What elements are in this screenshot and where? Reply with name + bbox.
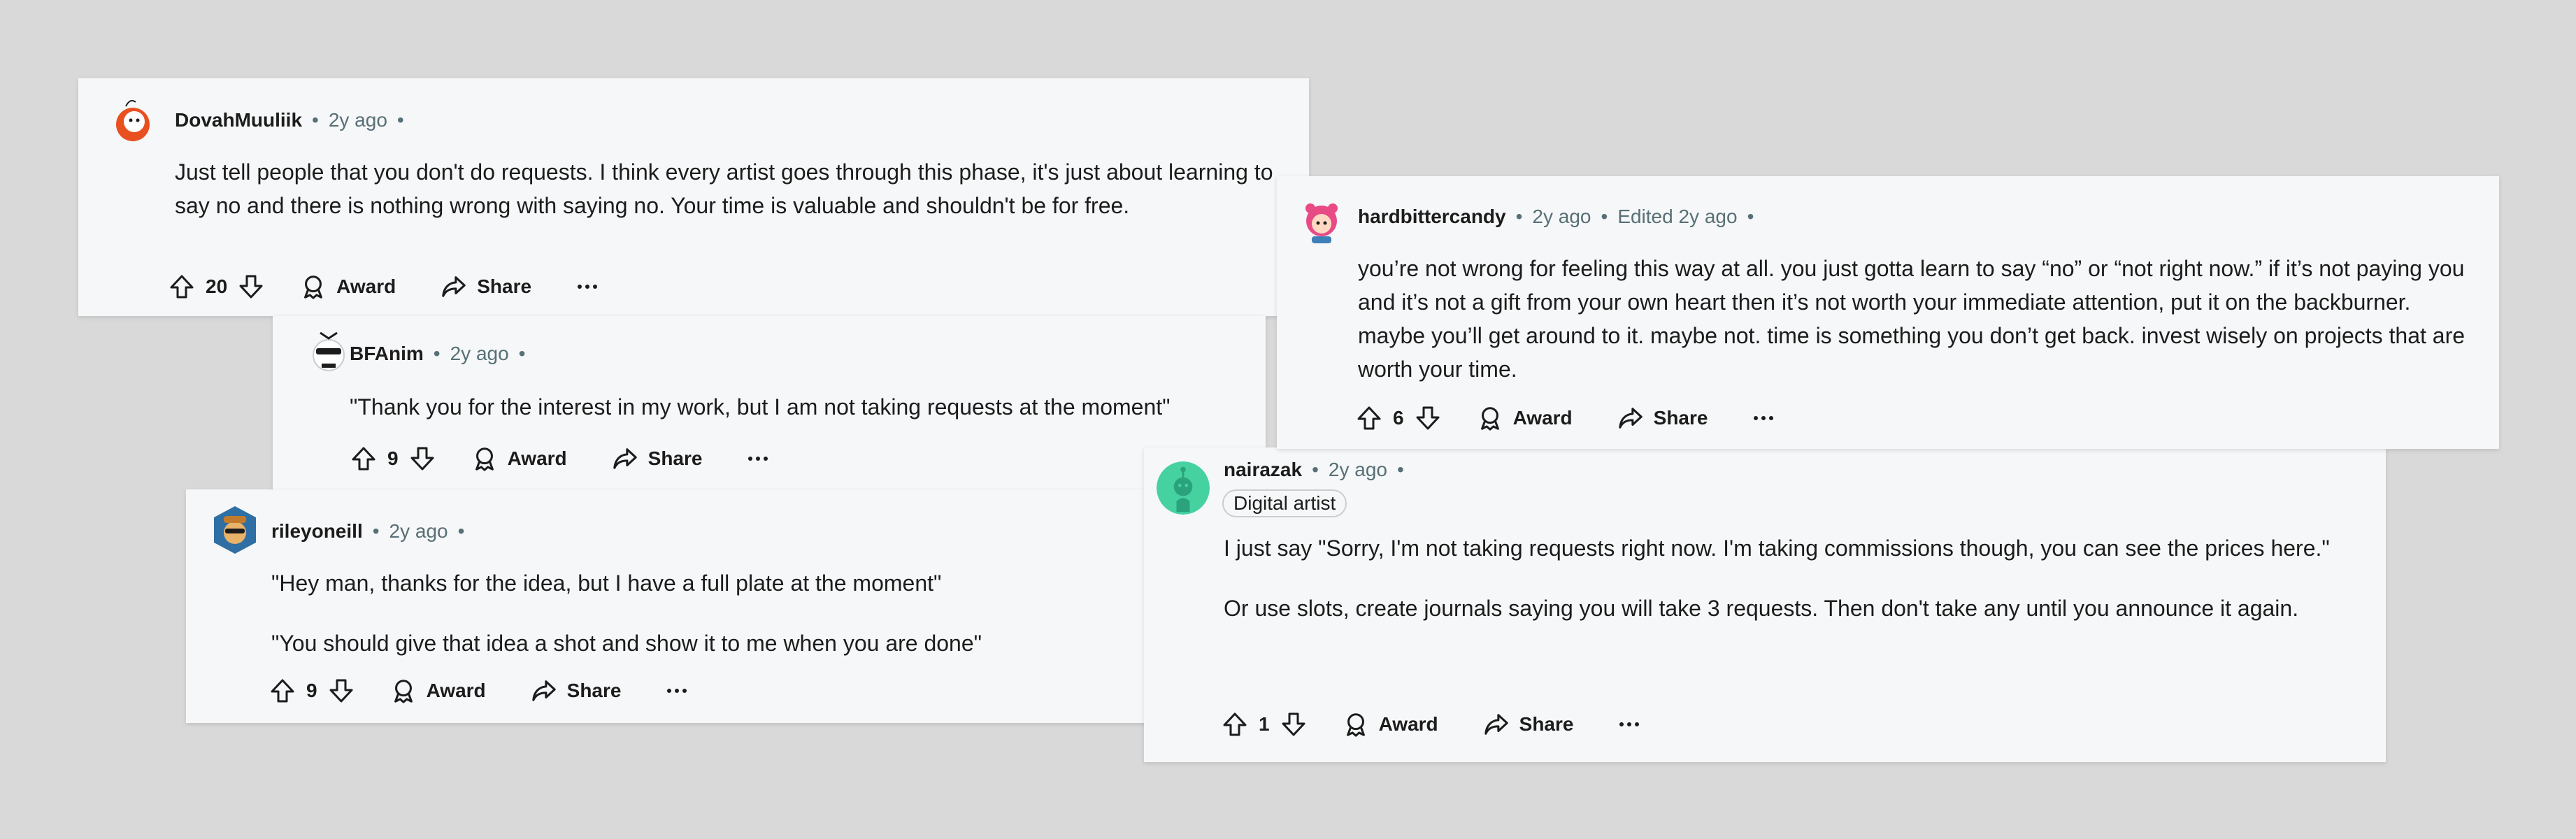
comment-card-rileyoneill: rileyoneill • 2y ago • "Hey man, thanks …	[186, 489, 1207, 723]
vote-control: 1	[1221, 710, 1308, 738]
vote-control: 9	[350, 445, 436, 473]
downvote-icon[interactable]	[237, 273, 265, 301]
comment-text: I just say "Sorry, I'm not taking reques…	[1224, 536, 2330, 561]
share-icon	[441, 273, 467, 300]
downvote-icon[interactable]	[1414, 404, 1442, 432]
comment-text: you’re not wrong for feeling this way at…	[1358, 256, 2466, 382]
avatar-icon	[207, 502, 263, 558]
share-icon	[1617, 405, 1644, 431]
comment-text: "You should give that idea a shot and sh…	[271, 631, 982, 656]
award-button[interactable]: Award	[1343, 711, 1438, 738]
more-icon	[1752, 414, 1775, 422]
username[interactable]: BFAnim	[350, 343, 424, 365]
comment-card-nairazak: nairazak • 2y ago • Digital artist I jus…	[1144, 447, 2386, 762]
username[interactable]: hardbittercandy	[1358, 206, 1506, 228]
username[interactable]: nairazak	[1224, 459, 1302, 481]
avatar-icon	[1157, 461, 1210, 515]
more-icon	[747, 454, 769, 463]
vote-count: 9	[306, 680, 317, 701]
avatar[interactable]	[1294, 190, 1350, 246]
comment-card-dovahmuuliik: DovahMuuliik • 2y ago • Just tell people…	[78, 78, 1309, 316]
award-icon	[300, 273, 327, 300]
comment-header: DovahMuuliik • 2y ago •	[175, 109, 404, 131]
downvote-icon[interactable]	[408, 445, 436, 473]
username[interactable]: DovahMuuliik	[175, 109, 302, 131]
share-button[interactable]: Share	[612, 445, 702, 472]
upvote-icon[interactable]	[1355, 404, 1383, 432]
timestamp[interactable]: 2y ago	[450, 343, 509, 365]
edited-label: Edited 2y ago	[1617, 206, 1738, 227]
award-button[interactable]: Award	[471, 445, 567, 472]
more-options-button[interactable]	[1618, 720, 1640, 729]
comment-actions: 1 Award Share	[1221, 705, 1640, 744]
award-icon	[471, 445, 498, 472]
comment-header: hardbittercandy • 2y ago • Edited 2y ago…	[1358, 206, 1754, 228]
avatar-icon	[1294, 190, 1350, 246]
comment-body: "Hey man, thanks for the idea, but I hav…	[271, 566, 1194, 660]
vote-control: 20	[168, 273, 265, 301]
avatar[interactable]	[301, 320, 357, 376]
upvote-icon[interactable]	[1221, 710, 1249, 738]
share-button[interactable]: Share	[441, 273, 531, 300]
comment-actions: 9 Award Share	[269, 671, 688, 710]
vote-control: 9	[269, 677, 355, 705]
upvote-icon[interactable]	[269, 677, 296, 705]
comment-body: Just tell people that you don't do reque…	[175, 155, 1294, 222]
share-button[interactable]: Share	[1483, 711, 1573, 738]
comment-text: Or use slots, create journals saying you…	[1224, 596, 2299, 621]
comment-text: Just tell people that you don't do reque…	[175, 159, 1273, 218]
more-icon	[666, 687, 688, 695]
more-options-button[interactable]	[576, 282, 599, 291]
share-button[interactable]: Share	[531, 677, 621, 704]
avatar[interactable]	[207, 502, 263, 558]
timestamp[interactable]: 2y ago	[389, 520, 448, 543]
avatar-icon	[106, 91, 162, 147]
vote-count: 6	[1393, 407, 1404, 429]
user-flair: Digital artist	[1222, 489, 1347, 517]
comment-header: rileyoneill • 2y ago •	[271, 520, 465, 543]
comment-actions: 6 Award Share	[1355, 399, 1775, 438]
avatar-icon	[301, 320, 357, 376]
vote-count: 9	[387, 447, 399, 469]
share-icon	[531, 677, 557, 704]
vote-count: 20	[206, 275, 228, 297]
downvote-icon[interactable]	[1280, 710, 1308, 738]
avatar[interactable]	[106, 91, 162, 147]
vote-control: 6	[1355, 404, 1442, 432]
username[interactable]: rileyoneill	[271, 520, 363, 543]
avatar[interactable]	[1157, 461, 1210, 515]
comment-card-bfanim: BFAnim • 2y ago • "Thank you for the int…	[273, 316, 1266, 491]
comment-body: you’re not wrong for feeling this way at…	[1358, 252, 2477, 386]
vote-count: 1	[1259, 713, 1270, 735]
comment-body: "Thank you for the interest in my work, …	[350, 390, 1259, 424]
more-icon	[576, 282, 599, 291]
comment-card-hardbittercandy: hardbittercandy • 2y ago • Edited 2y ago…	[1277, 176, 2499, 449]
upvote-icon[interactable]	[168, 273, 196, 301]
award-button[interactable]: Award	[390, 677, 486, 704]
more-options-button[interactable]	[1752, 414, 1775, 422]
share-button[interactable]: Share	[1617, 405, 1708, 431]
comment-body: I just say "Sorry, I'm not taking reques…	[1224, 531, 2356, 625]
more-options-button[interactable]	[666, 687, 688, 695]
downvote-icon[interactable]	[327, 677, 355, 705]
timestamp[interactable]: 2y ago	[1532, 206, 1591, 228]
timestamp[interactable]: 2y ago	[1329, 459, 1387, 481]
comment-text: "Hey man, thanks for the idea, but I hav…	[271, 571, 942, 596]
comment-actions: 20 Award Share	[168, 267, 599, 306]
award-icon	[390, 677, 417, 704]
comment-header: BFAnim • 2y ago •	[350, 343, 526, 365]
award-icon	[1343, 711, 1369, 738]
comment-actions: 9 Award Share	[350, 439, 769, 478]
award-button[interactable]: Award	[300, 273, 396, 300]
award-icon	[1477, 405, 1503, 431]
award-button[interactable]: Award	[1477, 405, 1573, 431]
timestamp[interactable]: 2y ago	[329, 109, 387, 131]
comment-header: nairazak • 2y ago •	[1224, 459, 1404, 481]
more-icon	[1618, 720, 1640, 729]
upvote-icon[interactable]	[350, 445, 378, 473]
share-icon	[612, 445, 638, 472]
more-options-button[interactable]	[747, 454, 769, 463]
comment-text: "Thank you for the interest in my work, …	[350, 394, 1171, 420]
share-icon	[1483, 711, 1510, 738]
